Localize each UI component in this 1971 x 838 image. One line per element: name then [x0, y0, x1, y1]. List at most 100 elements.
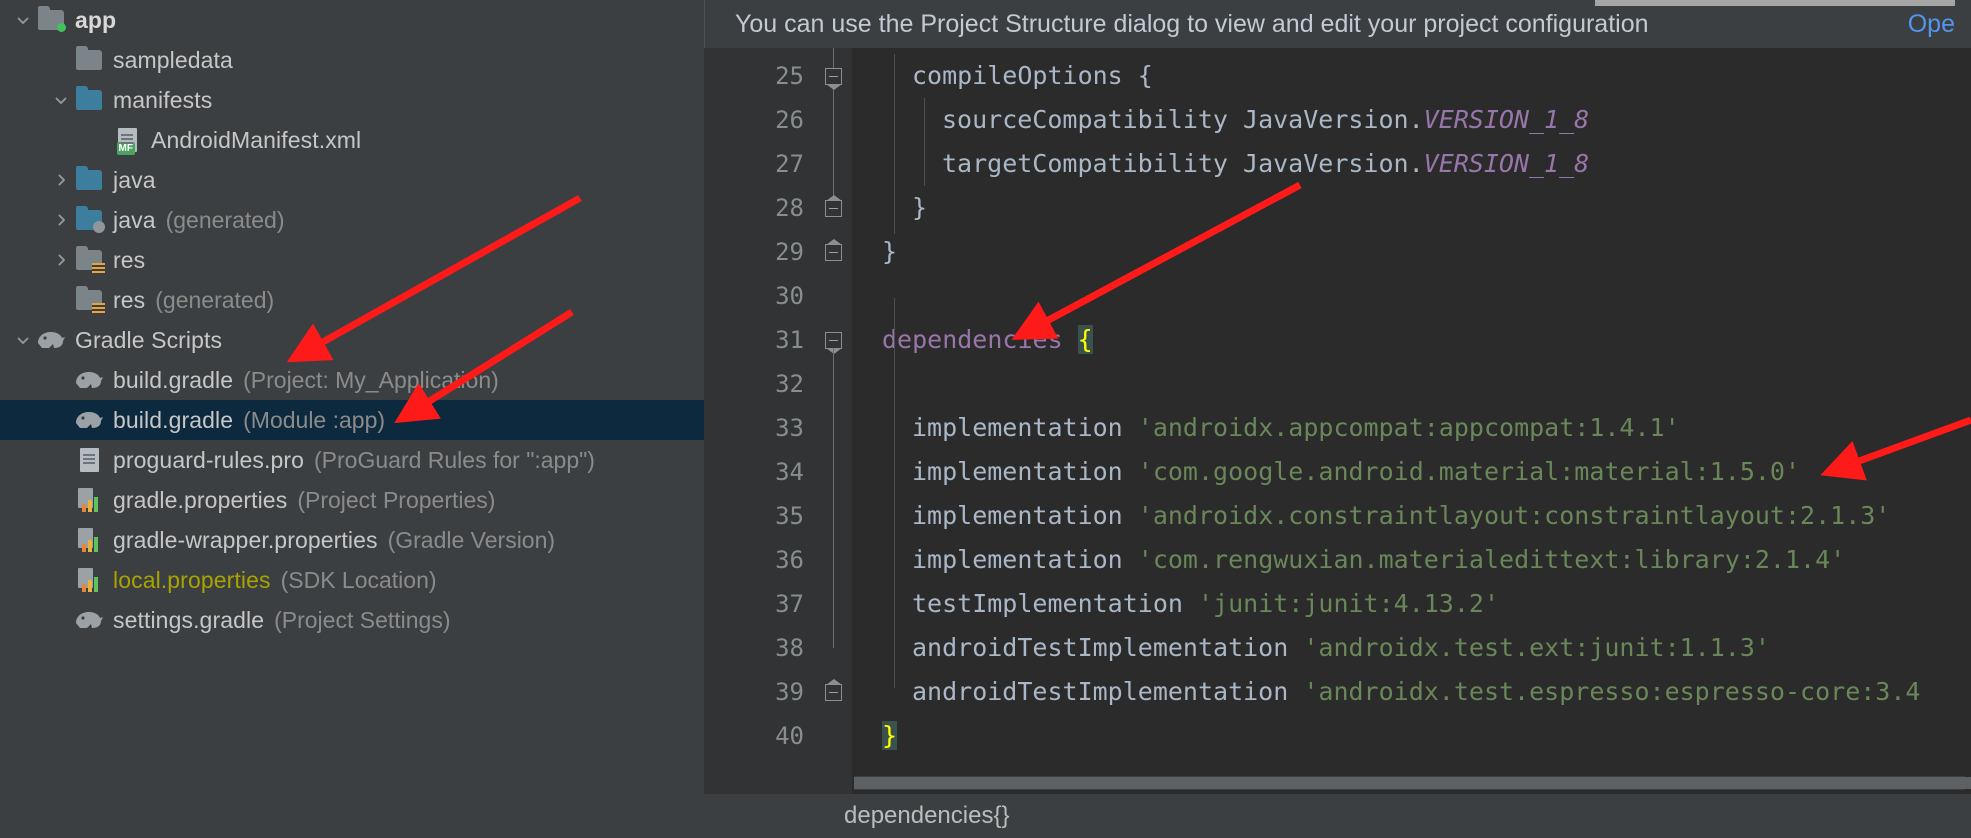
tree-item-sampledata[interactable]: sampledata	[0, 40, 704, 80]
chevron-down-icon[interactable]	[15, 12, 31, 28]
notification-banner: You can use the Project Structure dialog…	[704, 0, 1971, 48]
tree-item-local-properties[interactable]: local.properties (SDK Location)	[0, 560, 704, 600]
line-number: 28	[775, 194, 804, 222]
tree-toggle[interactable]	[48, 167, 74, 193]
line-number: 27	[775, 150, 804, 178]
fold-marker-collapse-28[interactable]	[825, 195, 842, 217]
code-token: compileOptions {	[912, 61, 1153, 90]
line-number: 37	[775, 590, 804, 618]
horizontal-scrollbar[interactable]	[854, 776, 1971, 790]
line-number: 30	[775, 282, 804, 310]
code-line[interactable]: }	[852, 186, 1971, 230]
tree-item-hint: (SDK Location)	[280, 566, 437, 593]
project-tool-window[interactable]: app sampledata manifests MF AndroidManifest.…	[0, 0, 704, 838]
chevron-right-icon[interactable]	[53, 212, 69, 228]
tree-item-hint: (ProGuard Rules for ":app")	[314, 446, 595, 473]
code-line[interactable]: }	[852, 714, 1971, 758]
code-token: dependencies	[882, 325, 1078, 354]
tree-item-res[interactable]: res (generated)	[0, 280, 704, 320]
tree-toggle[interactable]	[48, 207, 74, 233]
android-studio-window: app sampledata manifests MF AndroidManifest.…	[0, 0, 1971, 838]
code-editor[interactable]: 25 26 27 28 29 30 31 32 33 34 35 36 37 38 39 40 compile…	[704, 48, 1971, 838]
tree-item-icon	[74, 567, 104, 593]
folder-res-icon	[76, 246, 105, 275]
tree-toggle[interactable]	[10, 327, 36, 353]
code-line[interactable]: targetCompatibility JavaVersion.VERSION_…	[852, 142, 1971, 186]
fold-marker-collapse-40[interactable]	[825, 679, 842, 701]
code-folding-gutter[interactable]	[816, 48, 852, 838]
tree-item-java[interactable]: java	[0, 160, 704, 200]
code-line[interactable]: }	[852, 230, 1971, 274]
fold-marker-collapse-29[interactable]	[825, 239, 842, 261]
folder-blue-icon	[76, 86, 102, 110]
tree-item-gradle-scripts[interactable]: Gradle Scripts	[0, 320, 704, 360]
tree-item-res[interactable]: res	[0, 240, 704, 280]
tree-toggle[interactable]	[48, 87, 74, 113]
horizontal-scrollbar-thumb[interactable]	[854, 777, 1971, 789]
code-line[interactable]	[852, 362, 1971, 406]
chevron-right-icon[interactable]	[53, 172, 69, 188]
chevron-down-icon[interactable]	[15, 332, 31, 348]
gradle-elephant-icon	[76, 372, 103, 388]
tree-item-build-gradle[interactable]: build.gradle (Module :app)	[0, 400, 704, 440]
line-number: 34	[775, 458, 804, 486]
tree-item-hint: (Project Settings)	[274, 606, 451, 633]
tree-item-label: res	[113, 246, 146, 273]
fold-marker-collapse-31[interactable]	[825, 332, 842, 354]
code-line[interactable]: implementation 'com.google.android.mater…	[852, 450, 1971, 494]
tree-toggle[interactable]	[48, 247, 74, 273]
fold-marker-collapse-25[interactable]	[825, 68, 842, 90]
notification-action-link[interactable]: Ope	[1908, 10, 1955, 39]
tree-item-icon	[74, 447, 104, 473]
properties-file-icon	[78, 528, 100, 552]
tree-item-gradle-properties[interactable]: gradle.properties (Project Properties)	[0, 480, 704, 520]
text-file-icon	[79, 448, 99, 472]
line-number: 35	[775, 502, 804, 530]
tree-item-label: sampledata	[113, 46, 233, 73]
code-token: implementation	[912, 457, 1138, 486]
tree-item-icon	[74, 286, 105, 315]
tree-item-icon	[74, 367, 104, 393]
folder-generated-icon	[76, 206, 105, 233]
code-line[interactable]: androidTestImplementation 'androidx.test…	[852, 626, 1971, 670]
line-number: 26	[775, 106, 804, 134]
gradle-elephant-icon	[38, 332, 65, 348]
tree-item-settings-gradle[interactable]: settings.gradle (Project Settings)	[0, 600, 704, 640]
tree-item-gradle-wrapper-properties[interactable]: gradle-wrapper.properties (Gradle Version…	[0, 520, 704, 560]
code-line[interactable]: androidTestImplementation 'androidx.test…	[852, 670, 1971, 714]
tree-item-app[interactable]: app	[0, 0, 704, 40]
tree-item-proguard-rules-pro[interactable]: proguard-rules.pro (ProGuard Rules for ":…	[0, 440, 704, 480]
tree-item-icon	[74, 246, 105, 275]
code-line[interactable]: compileOptions {	[852, 54, 1971, 98]
breadcrumb-bar[interactable]: dependencies{}	[704, 794, 1971, 838]
tree-item-build-gradle[interactable]: build.gradle (Project: My_Application)	[0, 360, 704, 400]
line-number: 25	[775, 62, 804, 90]
chevron-down-icon[interactable]	[53, 92, 69, 108]
tree-toggle[interactable]	[10, 7, 36, 33]
code-line[interactable]: implementation 'androidx.constraintlayou…	[852, 494, 1971, 538]
tree-item-manifests[interactable]: manifests	[0, 80, 704, 120]
tree-item-hint: (Gradle Version)	[387, 526, 556, 553]
line-number: 38	[775, 634, 804, 662]
properties-file-icon	[78, 568, 100, 592]
code-line[interactable]: testImplementation 'junit:junit:4.13.2'	[852, 582, 1971, 626]
editor-region: You can use the Project Structure dialog…	[704, 0, 1971, 838]
code-line[interactable]: dependencies {	[852, 318, 1971, 362]
tree-item-label: AndroidManifest.xml	[151, 126, 362, 153]
breadcrumb-text[interactable]: dependencies{}	[844, 802, 1010, 830]
code-token: 'androidx.appcompat:appcompat:1.4.1'	[1137, 413, 1680, 442]
tree-item-icon	[74, 607, 104, 633]
module-status-dot	[57, 23, 66, 32]
code-line[interactable]: implementation 'androidx.appcompat:appco…	[852, 406, 1971, 450]
tree-item-androidmanifest-xml[interactable]: MF AndroidManifest.xml	[0, 120, 704, 160]
code-line[interactable]	[852, 274, 1971, 318]
res-lines-badge	[92, 263, 105, 275]
code-line[interactable]: sourceCompatibility JavaVersion.VERSION_…	[852, 98, 1971, 142]
chevron-right-icon[interactable]	[53, 252, 69, 268]
code-line[interactable]: implementation 'com.rengwuxian.materiale…	[852, 538, 1971, 582]
project-tree[interactable]: app sampledata manifests MF AndroidManifest.…	[0, 0, 704, 640]
code-text-area[interactable]: compileOptions { sourceCompatibility Java…	[852, 48, 1971, 838]
tree-item-java[interactable]: java (generated)	[0, 200, 704, 240]
tree-item-hint: (generated)	[165, 206, 285, 233]
code-token: 'com.rengwuxian.materialedittext:library…	[1137, 545, 1846, 574]
